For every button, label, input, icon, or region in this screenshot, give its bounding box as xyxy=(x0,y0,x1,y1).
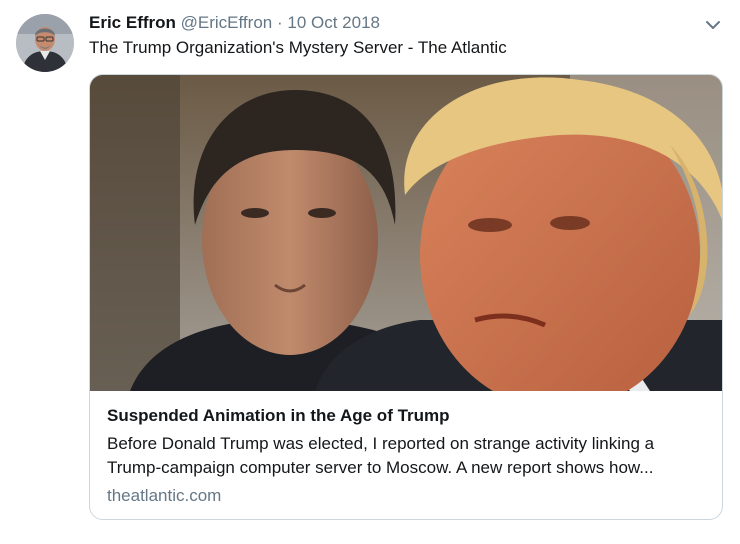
author-name[interactable]: Eric Effron xyxy=(89,13,176,32)
link-card[interactable]: Suspended Animation in the Age of Trump … xyxy=(89,74,723,520)
card-description-line1: Before Donald Trump was elected, I repor… xyxy=(107,434,655,453)
card-description: Before Donald Trump was elected, I repor… xyxy=(107,432,708,480)
tweet: Eric Effron @EricEffron · 10 Oct 2018 Th… xyxy=(0,0,740,544)
card-image xyxy=(90,75,722,410)
author-handle[interactable]: @EricEffron xyxy=(181,13,273,32)
card-body: Suspended Animation in the Age of Trump … xyxy=(107,405,708,507)
tweet-date[interactable]: 10 Oct 2018 xyxy=(287,13,380,32)
tweet-header: Eric Effron @EricEffron · 10 Oct 2018 xyxy=(89,12,700,34)
tweet-text: The Trump Organization's Mystery Server … xyxy=(89,38,507,57)
avatar[interactable] xyxy=(16,14,74,72)
chevron-down-icon[interactable] xyxy=(702,14,724,36)
separator: · xyxy=(276,13,283,32)
card-title: Suspended Animation in the Age of Trump xyxy=(107,406,450,425)
card-description-line2: Trump-campaign computer server to Moscow… xyxy=(107,458,654,477)
card-domain: theatlantic.com xyxy=(107,486,222,505)
